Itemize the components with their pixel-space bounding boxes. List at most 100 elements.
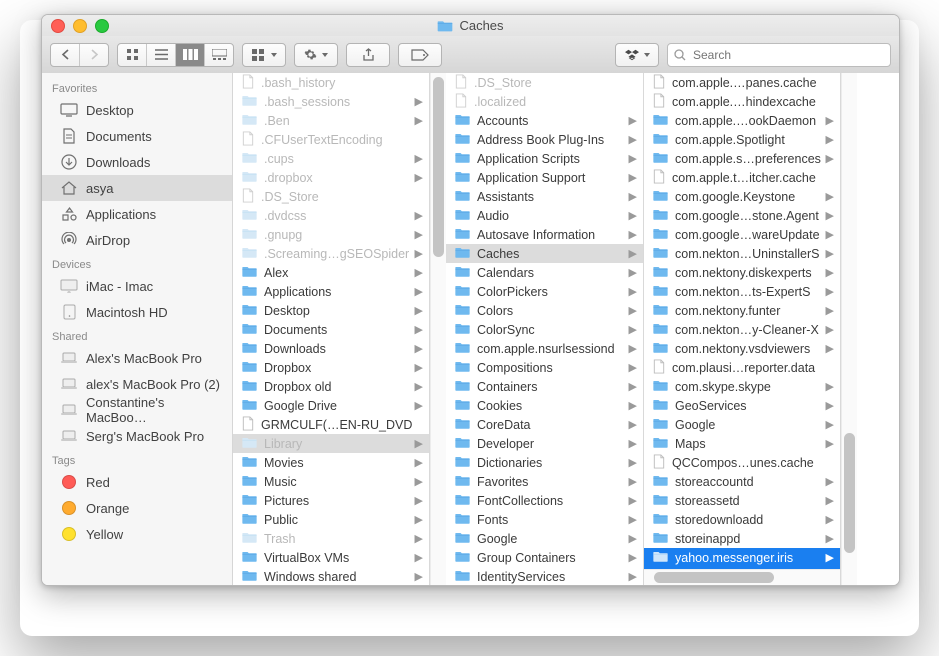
sidebar-item-applications[interactable]: Applications (42, 201, 232, 227)
search-field[interactable] (667, 43, 891, 67)
sidebar-item-asya[interactable]: asya (42, 175, 232, 201)
view-icon-button[interactable] (118, 44, 147, 66)
list-item[interactable]: GRMCULF(…EN-RU_DVD (233, 415, 429, 434)
list-item[interactable]: .bash_history (233, 73, 429, 92)
list-item[interactable]: Application Scripts▶ (446, 149, 643, 168)
list-item[interactable]: com.apple.Spotlight▶ (644, 130, 840, 149)
back-button[interactable] (51, 44, 80, 66)
list-item[interactable]: .Screaming…gSEOSpider▶ (233, 244, 429, 263)
list-item[interactable]: com.nektony.vsdviewers▶ (644, 339, 840, 358)
action-button[interactable] (294, 43, 338, 67)
list-item[interactable]: Downloads▶ (233, 339, 429, 358)
forward-button[interactable] (80, 44, 108, 66)
list-item[interactable]: FontCollections▶ (446, 491, 643, 510)
list-item[interactable]: Google Drive▶ (233, 396, 429, 415)
list-item[interactable]: Address Book Plug-Ins▶ (446, 130, 643, 149)
search-input[interactable] (691, 47, 884, 63)
list-item[interactable]: com.apple.…ookDaemon▶ (644, 111, 840, 130)
sidebar-item-desktop[interactable]: Desktop (42, 97, 232, 123)
list-item[interactable]: Applications▶ (233, 282, 429, 301)
list-item[interactable]: storeinappd▶ (644, 529, 840, 548)
list-item[interactable]: Dropbox old▶ (233, 377, 429, 396)
list-item[interactable]: .DS_Store (446, 73, 643, 92)
list-item[interactable]: .localized (446, 92, 643, 111)
view-gallery-button[interactable] (205, 44, 233, 66)
sidebar-item-airdrop[interactable]: AirDrop (42, 227, 232, 253)
vertical-scrollbar[interactable] (430, 73, 446, 585)
vertical-scrollbar[interactable] (841, 73, 857, 585)
list-item[interactable]: Trash▶ (233, 529, 429, 548)
list-item[interactable]: Maps▶ (644, 434, 840, 453)
list-item[interactable]: com.google…wareUpdate▶ (644, 225, 840, 244)
list-item[interactable]: QCCompos…unes.cache (644, 453, 840, 472)
list-item[interactable]: Audio▶ (446, 206, 643, 225)
list-item[interactable]: ColorSync▶ (446, 320, 643, 339)
view-list-button[interactable] (147, 44, 176, 66)
list-item[interactable]: com.nekton…y-Cleaner-X▶ (644, 320, 840, 339)
list-item[interactable]: Caches▶ (446, 244, 643, 263)
sidebar-item-yellow[interactable]: Yellow (42, 521, 232, 547)
list-item[interactable]: Containers▶ (446, 377, 643, 396)
sidebar-item-red[interactable]: Red (42, 469, 232, 495)
sidebar-item-downloads[interactable]: Downloads (42, 149, 232, 175)
list-item[interactable]: VirtualBox VMs▶ (233, 548, 429, 567)
arrange-button[interactable] (242, 43, 286, 67)
list-item[interactable]: Dictionaries▶ (446, 453, 643, 472)
list-item[interactable]: .DS_Store (233, 187, 429, 206)
column-list[interactable]: .bash_history.bash_sessions▶.Ben▶.CFUser… (233, 73, 429, 585)
column-list[interactable]: .DS_Store.localizedAccounts▶Address Book… (446, 73, 643, 585)
list-item[interactable]: Fonts▶ (446, 510, 643, 529)
sidebar-item-serg-s-macbook-pro[interactable]: Serg's MacBook Pro (42, 423, 232, 449)
list-item[interactable]: Group Containers▶ (446, 548, 643, 567)
list-item[interactable]: com.google…stone.Agent▶ (644, 206, 840, 225)
list-item[interactable]: Pictures▶ (233, 491, 429, 510)
list-item[interactable]: CoreData▶ (446, 415, 643, 434)
list-item[interactable]: Windows shared▶ (233, 567, 429, 585)
list-item[interactable]: GeoServices▶ (644, 396, 840, 415)
list-item[interactable]: com.apple.…panes.cache (644, 73, 840, 92)
list-item[interactable]: com.plausi…reporter.data (644, 358, 840, 377)
list-item[interactable]: Application Support▶ (446, 168, 643, 187)
list-item[interactable]: Alex▶ (233, 263, 429, 282)
sidebar-item-macintosh-hd[interactable]: Macintosh HD (42, 299, 232, 325)
sidebar-item-documents[interactable]: Documents (42, 123, 232, 149)
list-item[interactable]: .dvdcss▶ (233, 206, 429, 225)
list-item[interactable]: Public▶ (233, 510, 429, 529)
list-item[interactable]: Dropbox▶ (233, 358, 429, 377)
list-item[interactable]: ColorPickers▶ (446, 282, 643, 301)
list-item[interactable]: .CFUserTextEncoding (233, 130, 429, 149)
list-item[interactable]: .bash_sessions▶ (233, 92, 429, 111)
list-item[interactable]: com.nektony.diskexperts▶ (644, 263, 840, 282)
list-item[interactable]: .gnupg▶ (233, 225, 429, 244)
list-item[interactable]: com.nektony.funter▶ (644, 301, 840, 320)
list-item[interactable]: com.nekton…ts-ExpertS▶ (644, 282, 840, 301)
list-item[interactable]: com.apple.nsurlsessiond▶ (446, 339, 643, 358)
sidebar-item-alex-s-macbook-pro[interactable]: Alex's MacBook Pro (42, 345, 232, 371)
list-item[interactable]: Documents▶ (233, 320, 429, 339)
list-item[interactable]: Calendars▶ (446, 263, 643, 282)
list-item[interactable]: .dropbox▶ (233, 168, 429, 187)
tags-button[interactable] (398, 43, 442, 67)
list-item[interactable]: Developer▶ (446, 434, 643, 453)
sidebar-item-orange[interactable]: Orange (42, 495, 232, 521)
list-item[interactable]: com.apple.t…itcher.cache (644, 168, 840, 187)
list-item[interactable]: Autosave Information▶ (446, 225, 643, 244)
list-item[interactable]: Movies▶ (233, 453, 429, 472)
list-item[interactable]: Desktop▶ (233, 301, 429, 320)
list-item[interactable]: storedownloadd▶ (644, 510, 840, 529)
list-item[interactable]: com.apple.s…preferences▶ (644, 149, 840, 168)
share-button[interactable] (346, 43, 390, 67)
list-item[interactable]: Google▶ (644, 415, 840, 434)
column-list[interactable]: com.apple.…panes.cachecom.apple.…hindexc… (644, 73, 840, 570)
list-item[interactable]: com.nekton…UninstallerS▶ (644, 244, 840, 263)
list-item[interactable]: Colors▶ (446, 301, 643, 320)
horizontal-scrollbar[interactable] (644, 569, 840, 585)
list-item[interactable]: com.google.Keystone▶ (644, 187, 840, 206)
view-columns-button[interactable] (176, 44, 205, 66)
list-item[interactable]: com.skype.skype▶ (644, 377, 840, 396)
list-item[interactable]: .cups▶ (233, 149, 429, 168)
list-item[interactable]: storeaccountd▶ (644, 472, 840, 491)
sidebar-item-imac-imac[interactable]: iMac - Imac (42, 273, 232, 299)
list-item[interactable]: com.apple.…hindexcache (644, 92, 840, 111)
sidebar-item-alex-s-macbook-pro-2-[interactable]: alex's MacBook Pro (2) (42, 371, 232, 397)
